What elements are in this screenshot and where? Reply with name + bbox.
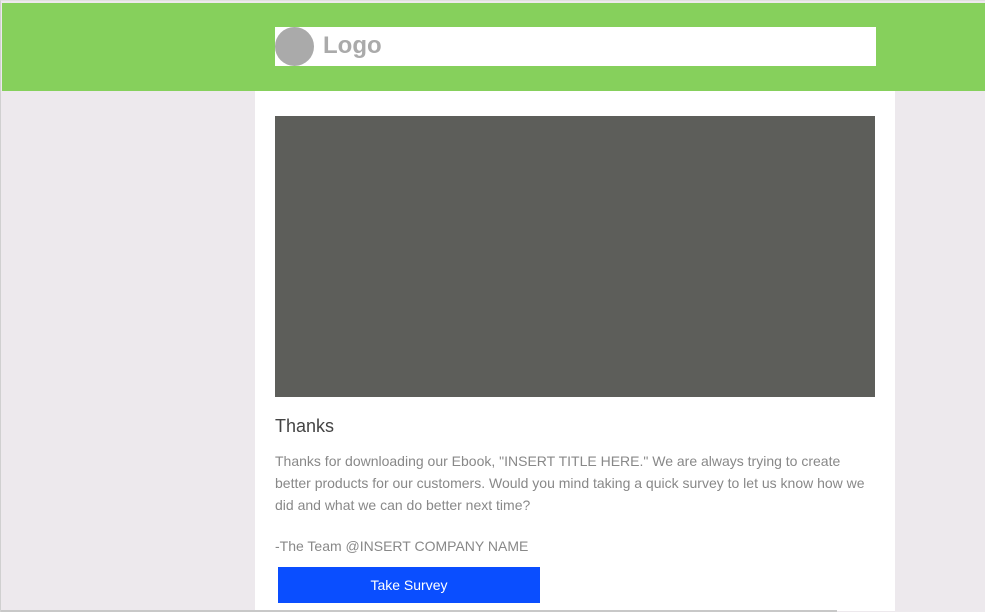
- logo-placeholder-icon: [275, 27, 314, 66]
- email-header: Logo: [2, 3, 985, 91]
- hero-image-placeholder: [275, 116, 875, 397]
- logo-bar: Logo: [275, 27, 876, 66]
- take-survey-button[interactable]: Take Survey: [278, 567, 540, 603]
- email-body-text: Thanks for downloading our Ebook, "INSER…: [275, 453, 865, 513]
- email-preview-frame: Logo Thanks Thanks for downloading our E…: [0, 0, 985, 612]
- email-title: Thanks: [275, 416, 335, 436]
- email-content: Thanks Thanks for downloading our Ebook,…: [255, 91, 895, 611]
- logo-text: Logo: [323, 32, 382, 59]
- email-signature: -The Team @INSERT COMPANY NAME: [275, 538, 529, 554]
